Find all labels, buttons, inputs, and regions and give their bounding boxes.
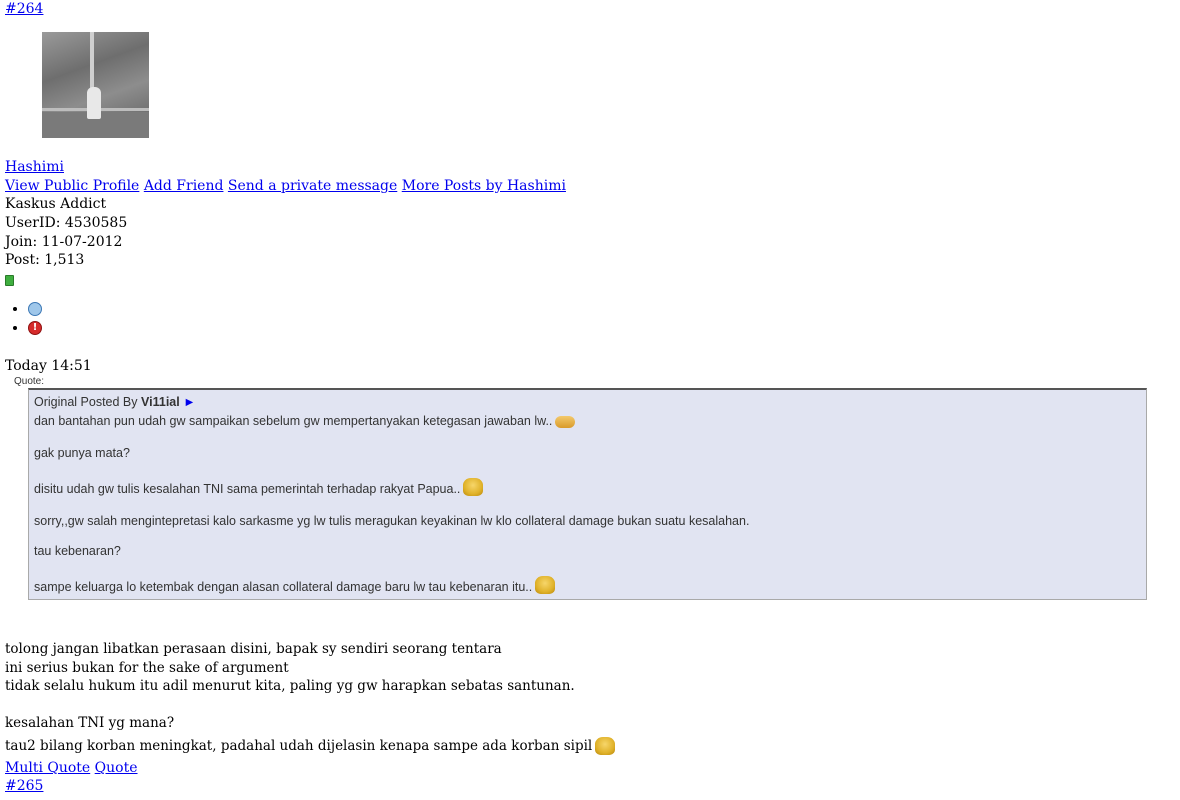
list-item: ! [28,319,42,338]
online-status-icon [5,275,14,286]
quote-posted-by-label: Original Posted By [34,395,138,409]
quote-header: Original Posted By Vi11ial ► [34,395,196,409]
quote-line: dan bantahan pun udah gw sampaikan sebel… [34,414,576,428]
post-body-line: ini serius bukan for the sake of argumen… [5,660,289,676]
quote-line: sampe keluarga lo ketembak dengan alasan… [34,576,556,594]
post-count: Post: 1,513 [5,252,85,268]
username-link[interactable]: Hashimi [5,158,64,176]
user-id: UserID: 4530585 [5,215,128,231]
quote-label: Quote: [14,376,45,387]
user-avatar[interactable] [42,32,149,138]
add-friend-link[interactable]: Add Friend [144,178,224,194]
join-date: Join: 11-07-2012 [5,234,123,250]
post-body-line: kesalahan TNI yg mana? [5,715,175,731]
view-original-post-link[interactable]: ► [183,395,195,409]
user-rank: Kaskus Addict [5,196,107,212]
list-item [28,300,42,319]
smiley-icon [595,737,616,755]
quote-line: tau kebenaran? [34,544,121,558]
private-message-link[interactable]: Send a private message [228,178,397,194]
post-number-link[interactable]: #264 [5,0,43,18]
user-links: View Public Profile Add Friend Send a pr… [5,177,566,195]
quote-line: disitu udah gw tulis kesalahan TNI sama … [34,478,484,496]
quote-author: Vi11ial [141,395,180,409]
user-status-icon[interactable] [28,302,42,316]
user-icon-list: ! [0,300,42,338]
view-profile-link[interactable]: View Public Profile [5,178,139,194]
smiley-icon [463,478,484,496]
more-posts-link[interactable]: More Posts by Hashimi [402,178,566,194]
post-body-line: tau2 bilang korban meningkat, padahal ud… [5,737,616,755]
report-icon[interactable]: ! [28,321,42,335]
post-body-line: tidak selalu hukum itu adil menurut kita… [5,678,575,694]
post-body-line: tolong jangan libatkan perasaan disini, … [5,641,502,657]
handshake-icon [555,415,576,428]
quote-box: Original Posted By Vi11ial ► dan bantaha… [28,388,1147,600]
quote-line: gak punya mata? [34,446,130,460]
smiley-icon [535,576,556,594]
post-timestamp: Today 14:51 [5,358,92,374]
multi-quote-button[interactable]: Multi Quote [5,760,90,776]
post-actions: Multi Quote Quote [5,759,138,777]
next-post-number-link[interactable]: #265 [5,777,43,795]
quote-button[interactable]: Quote [95,760,138,776]
quote-line: sorry,,gw salah mengintepretasi kalo sar… [34,514,750,528]
